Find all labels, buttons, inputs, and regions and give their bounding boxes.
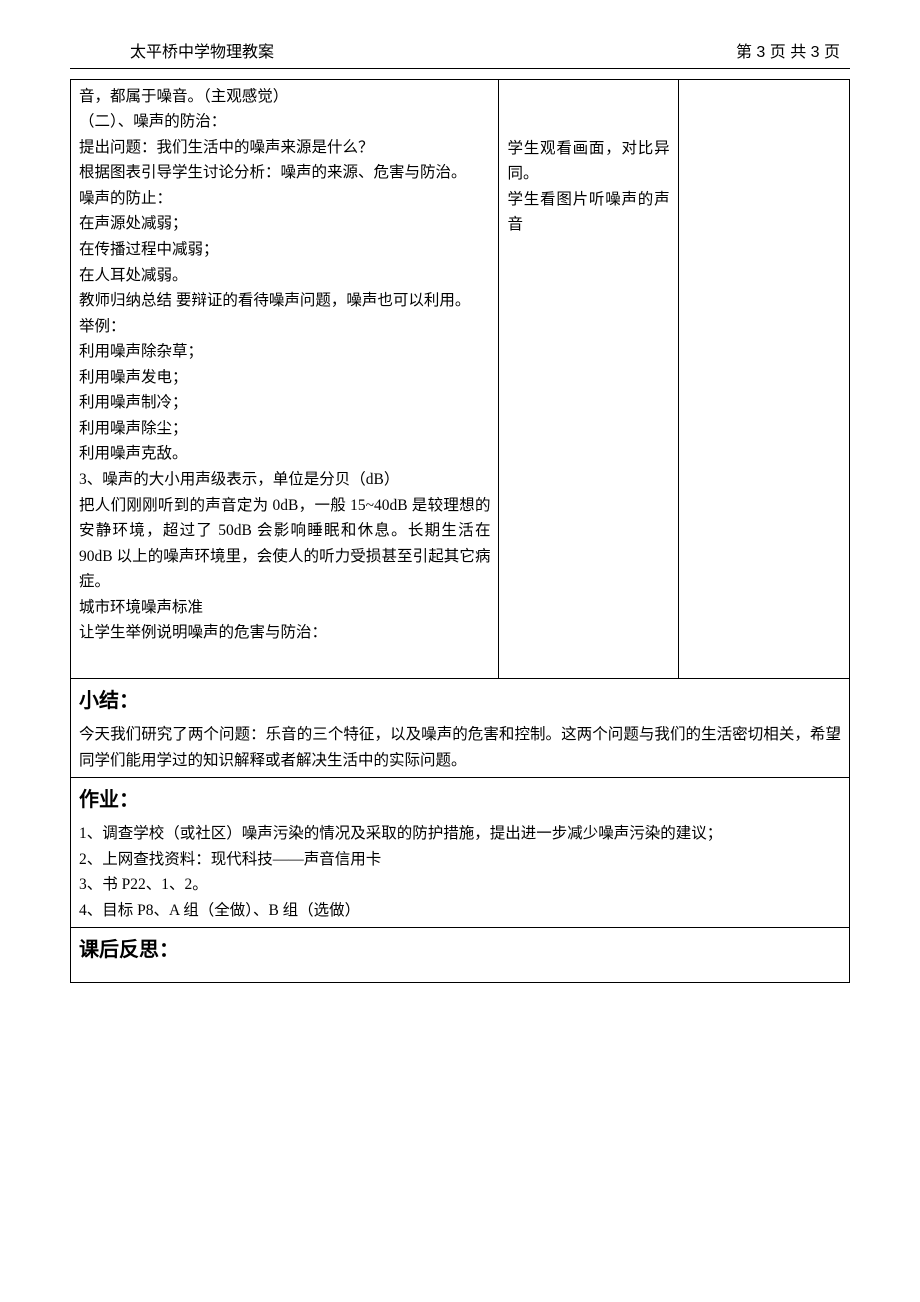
notes-cell bbox=[678, 79, 849, 678]
content-line: 让学生举例说明噪声的危害与防治： bbox=[79, 620, 490, 646]
homework-item: 3、书 P22、1、2。 bbox=[79, 872, 841, 898]
summary-cell: 小结： 今天我们研究了两个问题：乐音的三个特征，以及噪声的危害和控制。这两个问题… bbox=[71, 678, 850, 777]
reflection-cell: 课后反思： bbox=[71, 928, 850, 983]
content-line: 利用噪声除尘； bbox=[79, 416, 490, 442]
page: 太平桥中学物理教案 第 3 页 共 3 页 音，都属于噪音。（主观感觉） （二）… bbox=[0, 0, 920, 1302]
content-line: 教师归纳总结 要辩证的看待噪声问题，噪声也可以利用。 bbox=[79, 288, 490, 314]
content-line: 根据图表引导学生讨论分析：噪声的来源、危害与防治。 bbox=[79, 160, 490, 186]
blank-space bbox=[507, 84, 669, 136]
homework-item: 4、目标 P8、A 组（全做）、B 组（选做） bbox=[79, 898, 841, 924]
content-line: 噪声的防止： bbox=[79, 186, 490, 212]
content-line: 3、噪声的大小用声级表示，单位是分贝（dB） bbox=[79, 467, 490, 493]
homework-item: 2、上网查找资料：现代科技——声音信用卡 bbox=[79, 847, 841, 873]
content-line: （二）、噪声的防治： bbox=[79, 109, 490, 135]
table-row: 音，都属于噪音。（主观感觉） （二）、噪声的防治： 提出问题：我们生活中的噪声来… bbox=[71, 79, 850, 678]
header-right: 第 3 页 共 3 页 bbox=[736, 40, 840, 66]
content-line: 利用噪声除杂草； bbox=[79, 339, 490, 365]
content-line: 利用噪声发电； bbox=[79, 365, 490, 391]
table-row: 课后反思： bbox=[71, 928, 850, 983]
blank-space bbox=[79, 646, 490, 674]
content-line: 城市环境噪声标准 bbox=[79, 595, 490, 621]
content-line: 提出问题：我们生活中的噪声来源是什么？ bbox=[79, 135, 490, 161]
table-row: 作业： 1、调查学校（或社区）噪声污染的情况及采取的防护措施，提出进一步减少噪声… bbox=[71, 778, 850, 928]
content-line: 在传播过程中减弱； bbox=[79, 237, 490, 263]
content-line: 在声源处减弱； bbox=[79, 211, 490, 237]
homework-item: 1、调查学校（或社区）噪声污染的情况及采取的防护措施，提出进一步减少噪声污染的建… bbox=[79, 821, 841, 847]
header-left: 太平桥中学物理教案 bbox=[130, 40, 274, 66]
summary-body: 今天我们研究了两个问题：乐音的三个特征，以及噪声的危害和控制。这两个问题与我们的… bbox=[79, 722, 841, 773]
page-header: 太平桥中学物理教案 第 3 页 共 3 页 bbox=[70, 40, 850, 68]
reflection-title: 课后反思： bbox=[79, 934, 841, 967]
summary-title: 小结： bbox=[79, 685, 841, 718]
content-line: 把人们刚刚听到的声音定为 0dB，一般 15~40dB 是较理想的安静环境，超过… bbox=[79, 493, 490, 595]
content-line: 在人耳处减弱。 bbox=[79, 263, 490, 289]
content-line: 学生看图片听噪声的声音 bbox=[507, 187, 669, 238]
student-activity-cell: 学生观看画面，对比异同。 学生看图片听噪声的声音 bbox=[499, 79, 678, 678]
homework-cell: 作业： 1、调查学校（或社区）噪声污染的情况及采取的防护措施，提出进一步减少噪声… bbox=[71, 778, 850, 928]
lesson-plan-table: 音，都属于噪音。（主观感觉） （二）、噪声的防治： 提出问题：我们生活中的噪声来… bbox=[70, 79, 850, 984]
table-row: 小结： 今天我们研究了两个问题：乐音的三个特征，以及噪声的危害和控制。这两个问题… bbox=[71, 678, 850, 777]
teacher-activity-cell: 音，都属于噪音。（主观感觉） （二）、噪声的防治： 提出问题：我们生活中的噪声来… bbox=[71, 79, 499, 678]
content-line: 音，都属于噪音。（主观感觉） bbox=[79, 84, 490, 110]
header-underline bbox=[70, 68, 850, 69]
content-line: 举例： bbox=[79, 314, 490, 340]
homework-title: 作业： bbox=[79, 784, 841, 817]
content-line: 学生观看画面，对比异同。 bbox=[507, 136, 669, 187]
content-line: 利用噪声制冷； bbox=[79, 390, 490, 416]
content-line: 利用噪声克敌。 bbox=[79, 441, 490, 467]
